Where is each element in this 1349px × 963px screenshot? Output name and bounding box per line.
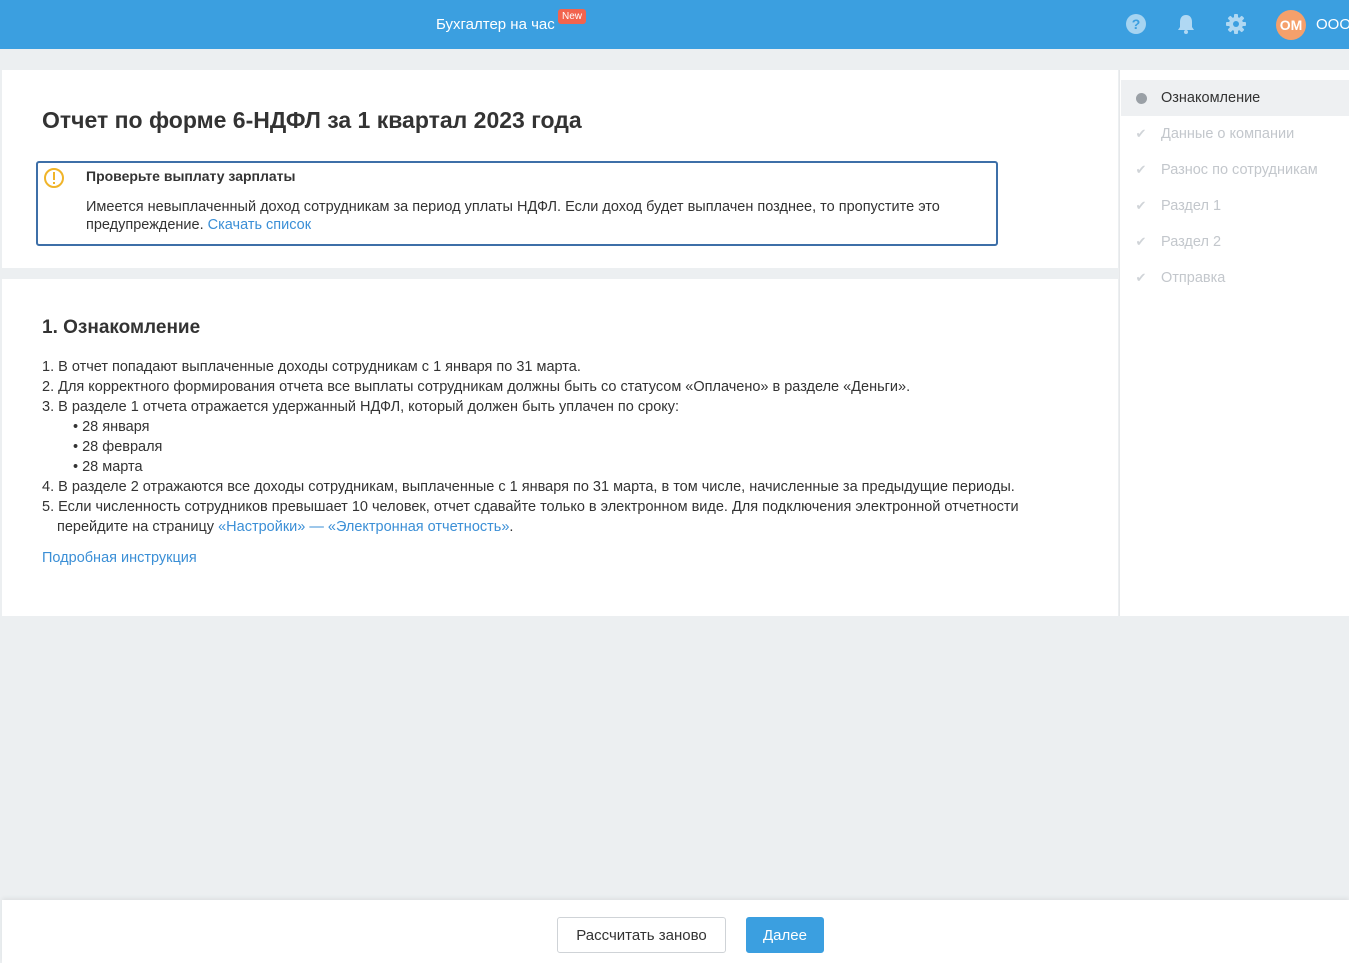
list-item: 2. Для корректного формирования отчета в…: [42, 379, 911, 395]
alert-title: Проверьте выплату зарплаты: [86, 168, 296, 184]
bell-icon[interactable]: [1175, 13, 1197, 35]
check-icon: ✔: [1135, 126, 1147, 141]
accountant-service-link[interactable]: Бухгалтер на час: [436, 16, 555, 33]
deadline-bullet: • 28 января: [73, 419, 150, 435]
step-label: Данные о компании: [1161, 126, 1295, 142]
next-button[interactable]: Далее: [746, 917, 824, 953]
list-item-continuation: перейдите на страницу «Настройки» — «Эле…: [42, 517, 1102, 537]
settings-edo-link[interactable]: «Настройки» — «Электронная отчетность»: [218, 519, 509, 535]
list-item: 5. Если численность сотрудников превышае…: [42, 499, 1019, 515]
page-title: Отчет по форме 6-НДФЛ за 1 квартал 2023 …: [42, 107, 582, 133]
salary-warning-alert: Проверьте выплату зарплаты Имеется невып…: [36, 161, 998, 246]
step-section-2[interactable]: ✔ Раздел 2: [1121, 224, 1349, 260]
bottom-action-bar: Рассчитать заново Далее: [2, 900, 1349, 963]
gear-icon[interactable]: [1225, 13, 1247, 35]
list-item: 1. В отчет попадают выплаченные доходы с…: [42, 359, 581, 375]
step-send[interactable]: ✔ Отправка: [1121, 260, 1349, 296]
step-intro[interactable]: Ознакомление: [1121, 80, 1349, 116]
list-item-end: .: [509, 519, 514, 535]
step-label: Раздел 1: [1161, 198, 1222, 214]
new-badge: New: [558, 9, 587, 24]
current-step-dot-icon: [1135, 92, 1147, 104]
top-bar: Бухгалтер на час New ? ОМ ООО: [0, 0, 1349, 49]
list-item: 4. В разделе 2 отражаются все доходы сот…: [42, 479, 1015, 495]
step-label: Отправка: [1161, 270, 1226, 286]
svg-text:?: ?: [1132, 16, 1141, 32]
deadline-bullet: • 28 февраля: [73, 439, 163, 455]
avatar[interactable]: ОМ: [1276, 10, 1306, 40]
section-title: 1. Ознакомление: [42, 317, 201, 338]
download-list-link[interactable]: Скачать список: [208, 217, 311, 233]
check-icon: ✔: [1135, 198, 1147, 213]
deadline-bullet: • 28 марта: [73, 459, 143, 475]
step-label: Разнос по сотрудникам: [1161, 162, 1318, 178]
step-employees[interactable]: ✔ Разнос по сотрудникам: [1121, 152, 1349, 188]
check-icon: ✔: [1135, 234, 1147, 249]
warning-icon: [43, 167, 65, 189]
list-item: 3. В разделе 1 отчета отражается удержан…: [42, 399, 680, 415]
step-label: Ознакомление: [1161, 90, 1261, 106]
alert-text: Имеется невыплаченный доход сотрудникам …: [86, 198, 991, 234]
recalculate-button[interactable]: Рассчитать заново: [557, 917, 726, 953]
intro-section: 1. Ознакомление 1. В отчет попадают выпл…: [2, 279, 1118, 616]
detailed-instructions-link[interactable]: Подробная инструкция: [42, 550, 197, 566]
report-header-card: Отчет по форме 6-НДФЛ за 1 квартал 2023 …: [2, 70, 1118, 268]
wizard-stepper: Ознакомление ✔ Данные о компании ✔ Разно…: [1119, 70, 1349, 616]
step-label: Раздел 2: [1161, 234, 1222, 250]
help-icon[interactable]: ?: [1125, 13, 1147, 35]
step-company-data[interactable]: ✔ Данные о компании: [1121, 116, 1349, 152]
check-icon: ✔: [1135, 162, 1147, 177]
intro-list: 1. В отчет попадают выплаченные доходы с…: [42, 357, 1102, 537]
list-item-text: перейдите на страницу: [57, 519, 215, 535]
check-icon: ✔: [1135, 270, 1147, 285]
company-name[interactable]: ООО: [1316, 16, 1349, 33]
step-section-1[interactable]: ✔ Раздел 1: [1121, 188, 1349, 224]
